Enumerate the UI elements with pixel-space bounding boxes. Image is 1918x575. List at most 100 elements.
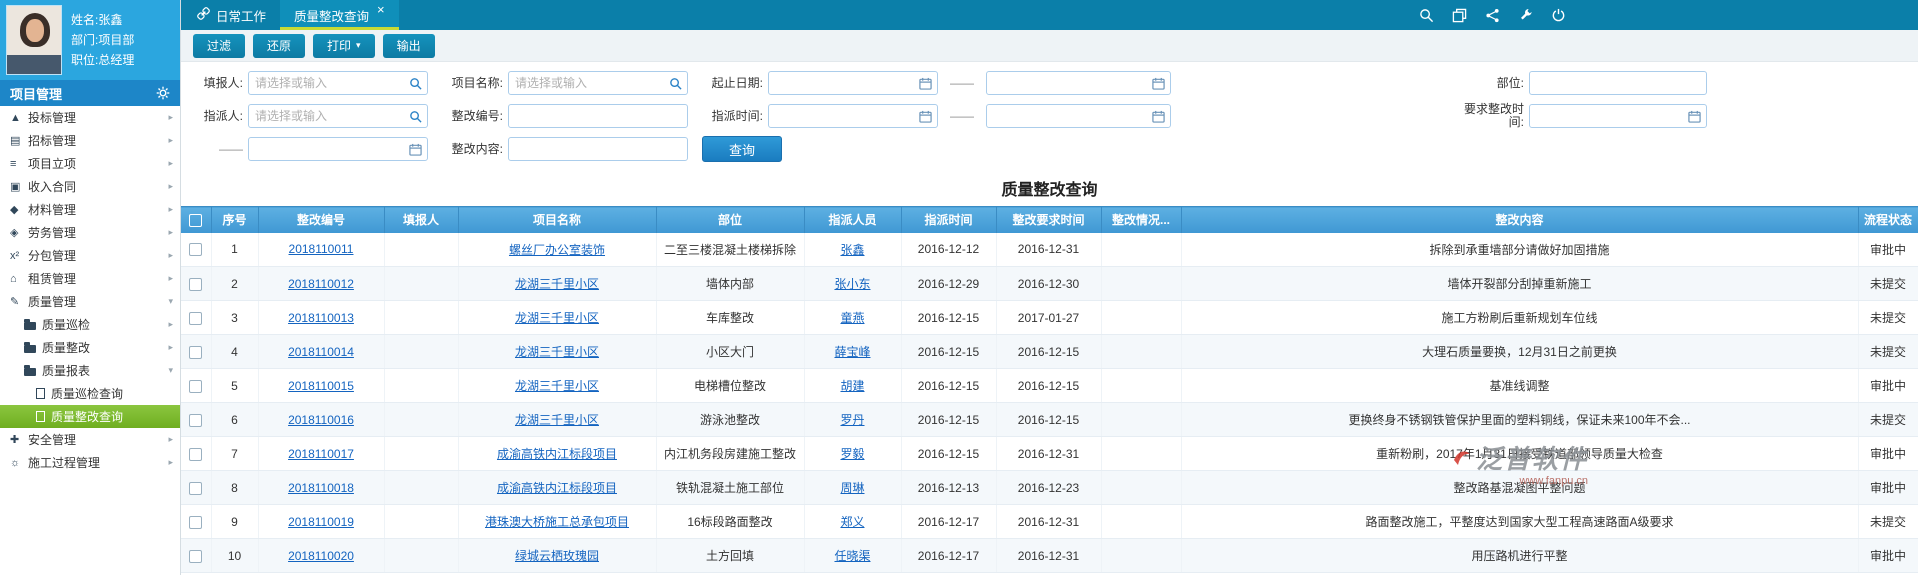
cell-require-time: 2016-12-31 [996, 539, 1101, 573]
calendar-icon[interactable] [1688, 110, 1701, 123]
cell-code[interactable]: 2018110016 [258, 403, 384, 437]
calendar-icon[interactable] [919, 77, 932, 90]
sidebar-item[interactable]: 质量整改▸ [0, 336, 180, 359]
cell-require-time: 2017-01-27 [996, 301, 1101, 335]
cell-project[interactable]: 成渝高铁内江标段项目 [458, 471, 656, 505]
row-checkbox[interactable] [189, 243, 202, 256]
calendar-icon[interactable] [919, 110, 932, 123]
sidebar-item-label: 材料管理 [28, 201, 76, 218]
project-name-input[interactable] [508, 71, 688, 95]
sidebar-item[interactable]: 质量巡检查询 [0, 382, 180, 405]
calendar-icon[interactable] [1152, 77, 1165, 90]
tab-label: 质量整改查询 [294, 6, 369, 25]
sidebar-header[interactable]: 项目管理 [0, 80, 180, 106]
require-end-date-input[interactable] [248, 137, 428, 161]
cell-assignee[interactable]: 郑义 [804, 505, 901, 539]
cell-project[interactable]: 港珠澳大桥施工总承包项目 [458, 505, 656, 539]
cell-code[interactable]: 2018110017 [258, 437, 384, 471]
wrench-icon[interactable] [1518, 8, 1533, 23]
sidebar-item[interactable]: ⌂租赁管理▸ [0, 267, 180, 290]
row-checkbox[interactable] [189, 380, 202, 393]
cell-project[interactable]: 螺丝厂办公室装饰 [458, 233, 656, 267]
cell-project[interactable]: 龙湖三千里小区 [458, 369, 656, 403]
window-icon[interactable] [1452, 8, 1467, 23]
assigner-input[interactable] [248, 104, 428, 128]
cell-assignee[interactable]: 任晓渠 [804, 539, 901, 573]
require-start-date-input[interactable] [1529, 104, 1707, 128]
assign-end-date-input[interactable] [986, 104, 1171, 128]
sidebar-item[interactable]: 质量巡检▸ [0, 313, 180, 336]
cell-project[interactable]: 龙湖三千里小区 [458, 403, 656, 437]
cell-assignee[interactable]: 张鑫 [804, 233, 901, 267]
cell-code[interactable]: 2018110019 [258, 505, 384, 539]
export-button[interactable]: 输出 [383, 34, 435, 58]
print-button[interactable]: 打印▾ [313, 34, 375, 58]
cell-code[interactable]: 2018110011 [258, 233, 384, 267]
rectify-content-input[interactable] [508, 137, 688, 161]
share-icon[interactable] [1485, 8, 1500, 23]
cell-code[interactable]: 2018110012 [258, 267, 384, 301]
rectify-code-input[interactable] [508, 104, 688, 128]
search-icon[interactable] [409, 110, 422, 123]
cell-project[interactable]: 龙湖三千里小区 [458, 335, 656, 369]
calendar-icon[interactable] [409, 143, 422, 156]
sidebar-item[interactable]: ▤招标管理▸ [0, 129, 180, 152]
sidebar-item[interactable]: ✚安全管理▸ [0, 428, 180, 451]
cell-assignee[interactable]: 童燕 [804, 301, 901, 335]
sidebar-item[interactable]: 质量整改查询 [0, 405, 180, 428]
restore-button[interactable]: 还原 [253, 34, 305, 58]
column-header: 整改编号 [258, 207, 384, 233]
row-checkbox[interactable] [189, 448, 202, 461]
start-date-input[interactable] [768, 71, 938, 95]
cell-code[interactable]: 2018110018 [258, 471, 384, 505]
calendar-icon[interactable] [1152, 110, 1165, 123]
cell-assignee[interactable]: 罗毅 [804, 437, 901, 471]
cell-assignee[interactable]: 胡建 [804, 369, 901, 403]
row-checkbox[interactable] [189, 414, 202, 427]
search-icon[interactable] [1419, 8, 1434, 23]
sidebar-item[interactable]: x²分包管理▸ [0, 244, 180, 267]
search-icon[interactable] [669, 77, 682, 90]
tab-quality-rectify-query[interactable]: 质量整改查询 × [280, 0, 399, 30]
cell-code[interactable]: 2018110013 [258, 301, 384, 335]
cell-assignee[interactable]: 张小东 [804, 267, 901, 301]
gear-icon[interactable] [156, 86, 170, 100]
select-all-checkbox[interactable] [189, 214, 202, 227]
search-button[interactable]: 查询 [702, 136, 782, 162]
logout-icon[interactable] [1551, 8, 1566, 23]
row-checkbox[interactable] [189, 278, 202, 291]
close-icon[interactable]: × [377, 3, 385, 16]
cell-code[interactable]: 2018110014 [258, 335, 384, 369]
location-input[interactable] [1529, 71, 1707, 95]
row-checkbox[interactable] [189, 346, 202, 359]
row-checkbox[interactable] [189, 312, 202, 325]
cell-no: 7 [211, 437, 258, 471]
cell-project[interactable]: 绿城云栖玫瑰园 [458, 539, 656, 573]
sidebar-item[interactable]: ▲投标管理▸ [0, 106, 180, 129]
sidebar-item[interactable]: ▣收入合同▸ [0, 175, 180, 198]
filler-input[interactable] [248, 71, 428, 95]
sidebar-item[interactable]: ◈劳务管理▸ [0, 221, 180, 244]
cell-code[interactable]: 2018110020 [258, 539, 384, 573]
sidebar-item[interactable]: ☼施工过程管理▸ [0, 451, 180, 474]
sidebar-item[interactable]: ≡项目立项▸ [0, 152, 180, 175]
row-checkbox[interactable] [189, 550, 202, 563]
row-checkbox[interactable] [189, 482, 202, 495]
sidebar-item[interactable]: ◆材料管理▸ [0, 198, 180, 221]
cell-code[interactable]: 2018110015 [258, 369, 384, 403]
cell-project[interactable]: 成渝高铁内江标段项目 [458, 437, 656, 471]
cell-project[interactable]: 龙湖三千里小区 [458, 267, 656, 301]
assign-start-date-input[interactable] [768, 104, 938, 128]
rectify-code-label: 整改编号: [446, 110, 508, 123]
cell-assignee[interactable]: 薛宝峰 [804, 335, 901, 369]
cell-assignee[interactable]: 罗丹 [804, 403, 901, 437]
sidebar-item[interactable]: 质量报表▾ [0, 359, 180, 382]
sidebar-item[interactable]: ✎质量管理▾ [0, 290, 180, 313]
cell-assignee[interactable]: 周琳 [804, 471, 901, 505]
tab-daily-work[interactable]: 日常工作 [183, 0, 280, 30]
end-date-input[interactable] [986, 71, 1171, 95]
filter-button[interactable]: 过滤 [193, 34, 245, 58]
cell-project[interactable]: 龙湖三千里小区 [458, 301, 656, 335]
search-icon[interactable] [409, 77, 422, 90]
row-checkbox[interactable] [189, 516, 202, 529]
